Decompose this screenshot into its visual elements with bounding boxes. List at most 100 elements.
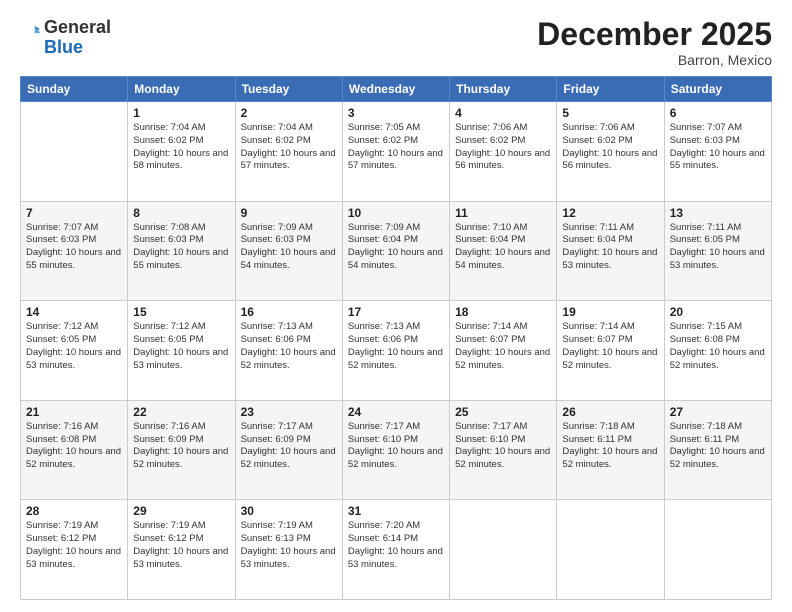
week-row-2: 7Sunrise: 7:07 AM Sunset: 6:03 PM Daylig… bbox=[21, 201, 772, 301]
day-cell: 11 Sunrise: 7:10 AM Sunset: 6:04 PM Dayli… bbox=[450, 201, 557, 301]
day-cell: 16 Sunrise: 7:13 AM Sunset: 6:06 PM Dayli… bbox=[235, 301, 342, 401]
week-row-4: 21 Sunrise: 7:16 AM Sunset: 6:08 PM Dayli… bbox=[21, 400, 772, 500]
day-cell bbox=[664, 500, 771, 600]
day-info: Sunrise: 7:17 AM Sunset: 6:09 PM Dayligh… bbox=[241, 421, 337, 472]
day-number: 4 bbox=[455, 106, 551, 120]
day-info: Sunrise: 7:05 AM Sunset: 6:02 PM Dayligh… bbox=[348, 122, 444, 173]
day-number: 9 bbox=[241, 206, 337, 220]
day-number: 19 bbox=[562, 305, 658, 319]
day-cell bbox=[450, 500, 557, 600]
week-row-1: 1 Sunrise: 7:04 AM Sunset: 6:02 PM Daylig… bbox=[21, 102, 772, 202]
location-subtitle: Barron, Mexico bbox=[537, 52, 772, 68]
day-cell: 25 Sunrise: 7:17 AM Sunset: 6:10 PM Dayli… bbox=[450, 400, 557, 500]
day-number: 20 bbox=[670, 305, 766, 319]
day-number: 30 bbox=[241, 504, 337, 518]
day-info: Sunrise: 7:08 AM Sunset: 6:03 PM Dayligh… bbox=[133, 222, 229, 273]
calendar-page: General Blue December 2025 Barron, Mexic… bbox=[0, 0, 792, 612]
header-tuesday: Tuesday bbox=[235, 77, 342, 102]
day-cell: 27Sunrise: 7:18 AM Sunset: 6:11 PM Dayli… bbox=[664, 400, 771, 500]
day-info: Sunrise: 7:11 AM Sunset: 6:05 PM Dayligh… bbox=[670, 222, 766, 273]
day-info: Sunrise: 7:14 AM Sunset: 6:07 PM Dayligh… bbox=[455, 321, 551, 372]
day-cell: 26Sunrise: 7:18 AM Sunset: 6:11 PM Dayli… bbox=[557, 400, 664, 500]
day-cell bbox=[21, 102, 128, 202]
day-info: Sunrise: 7:06 AM Sunset: 6:02 PM Dayligh… bbox=[562, 122, 658, 173]
day-cell: 31 Sunrise: 7:20 AM Sunset: 6:14 PM Dayli… bbox=[342, 500, 449, 600]
day-cell: 28 Sunrise: 7:19 AM Sunset: 6:12 PM Dayli… bbox=[21, 500, 128, 600]
title-area: December 2025 Barron, Mexico bbox=[537, 18, 772, 68]
day-cell: 7Sunrise: 7:07 AM Sunset: 6:03 PM Daylig… bbox=[21, 201, 128, 301]
header-monday: Monday bbox=[128, 77, 235, 102]
day-number: 8 bbox=[133, 206, 229, 220]
day-cell: 29 Sunrise: 7:19 AM Sunset: 6:12 PM Dayli… bbox=[128, 500, 235, 600]
day-number: 2 bbox=[241, 106, 337, 120]
day-info: Sunrise: 7:19 AM Sunset: 6:13 PM Dayligh… bbox=[241, 520, 337, 571]
day-cell: 20Sunrise: 7:15 AM Sunset: 6:08 PM Dayli… bbox=[664, 301, 771, 401]
day-info: Sunrise: 7:20 AM Sunset: 6:14 PM Dayligh… bbox=[348, 520, 444, 571]
header-wednesday: Wednesday bbox=[342, 77, 449, 102]
day-cell: 22Sunrise: 7:16 AM Sunset: 6:09 PM Dayli… bbox=[128, 400, 235, 500]
day-info: Sunrise: 7:19 AM Sunset: 6:12 PM Dayligh… bbox=[133, 520, 229, 571]
day-number: 13 bbox=[670, 206, 766, 220]
day-cell: 23 Sunrise: 7:17 AM Sunset: 6:09 PM Dayli… bbox=[235, 400, 342, 500]
day-info: Sunrise: 7:16 AM Sunset: 6:08 PM Dayligh… bbox=[26, 421, 122, 472]
day-number: 6 bbox=[670, 106, 766, 120]
month-title: December 2025 bbox=[537, 18, 772, 50]
logo-blue: Blue bbox=[44, 37, 83, 57]
week-row-5: 28 Sunrise: 7:19 AM Sunset: 6:12 PM Dayli… bbox=[21, 500, 772, 600]
day-cell: 9 Sunrise: 7:09 AM Sunset: 6:03 PM Daylig… bbox=[235, 201, 342, 301]
day-number: 23 bbox=[241, 405, 337, 419]
day-number: 11 bbox=[455, 206, 551, 220]
logo-icon bbox=[22, 24, 44, 46]
day-number: 15 bbox=[133, 305, 229, 319]
day-number: 14 bbox=[26, 305, 122, 319]
day-info: Sunrise: 7:06 AM Sunset: 6:02 PM Dayligh… bbox=[455, 122, 551, 173]
header-saturday: Saturday bbox=[664, 77, 771, 102]
day-cell: 12 Sunrise: 7:11 AM Sunset: 6:04 PM Dayli… bbox=[557, 201, 664, 301]
day-info: Sunrise: 7:11 AM Sunset: 6:04 PM Dayligh… bbox=[562, 222, 658, 273]
day-info: Sunrise: 7:09 AM Sunset: 6:04 PM Dayligh… bbox=[348, 222, 444, 273]
header-row: SundayMondayTuesdayWednesdayThursdayFrid… bbox=[21, 77, 772, 102]
day-cell: 13 Sunrise: 7:11 AM Sunset: 6:05 PM Dayli… bbox=[664, 201, 771, 301]
day-info: Sunrise: 7:19 AM Sunset: 6:12 PM Dayligh… bbox=[26, 520, 122, 571]
logo: General Blue bbox=[20, 18, 111, 58]
day-number: 10 bbox=[348, 206, 444, 220]
logo-text: General Blue bbox=[44, 18, 111, 58]
day-cell: 14 Sunrise: 7:12 AM Sunset: 6:05 PM Dayli… bbox=[21, 301, 128, 401]
day-info: Sunrise: 7:04 AM Sunset: 6:02 PM Dayligh… bbox=[133, 122, 229, 173]
day-info: Sunrise: 7:10 AM Sunset: 6:04 PM Dayligh… bbox=[455, 222, 551, 273]
day-cell bbox=[557, 500, 664, 600]
day-number: 21 bbox=[26, 405, 122, 419]
day-cell: 1 Sunrise: 7:04 AM Sunset: 6:02 PM Daylig… bbox=[128, 102, 235, 202]
day-number: 29 bbox=[133, 504, 229, 518]
day-number: 17 bbox=[348, 305, 444, 319]
week-row-3: 14 Sunrise: 7:12 AM Sunset: 6:05 PM Dayli… bbox=[21, 301, 772, 401]
day-number: 31 bbox=[348, 504, 444, 518]
day-info: Sunrise: 7:09 AM Sunset: 6:03 PM Dayligh… bbox=[241, 222, 337, 273]
day-info: Sunrise: 7:16 AM Sunset: 6:09 PM Dayligh… bbox=[133, 421, 229, 472]
day-cell: 18 Sunrise: 7:14 AM Sunset: 6:07 PM Dayli… bbox=[450, 301, 557, 401]
day-number: 16 bbox=[241, 305, 337, 319]
day-info: Sunrise: 7:07 AM Sunset: 6:03 PM Dayligh… bbox=[670, 122, 766, 173]
day-info: Sunrise: 7:14 AM Sunset: 6:07 PM Dayligh… bbox=[562, 321, 658, 372]
day-cell: 2 Sunrise: 7:04 AM Sunset: 6:02 PM Daylig… bbox=[235, 102, 342, 202]
day-cell: 30 Sunrise: 7:19 AM Sunset: 6:13 PM Dayli… bbox=[235, 500, 342, 600]
day-info: Sunrise: 7:13 AM Sunset: 6:06 PM Dayligh… bbox=[241, 321, 337, 372]
day-info: Sunrise: 7:12 AM Sunset: 6:05 PM Dayligh… bbox=[26, 321, 122, 372]
day-number: 1 bbox=[133, 106, 229, 120]
header-thursday: Thursday bbox=[450, 77, 557, 102]
header: General Blue December 2025 Barron, Mexic… bbox=[20, 18, 772, 68]
day-cell: 8 Sunrise: 7:08 AM Sunset: 6:03 PM Daylig… bbox=[128, 201, 235, 301]
day-number: 18 bbox=[455, 305, 551, 319]
day-number: 7 bbox=[26, 206, 122, 220]
day-info: Sunrise: 7:04 AM Sunset: 6:02 PM Dayligh… bbox=[241, 122, 337, 173]
day-cell: 3Sunrise: 7:05 AM Sunset: 6:02 PM Daylig… bbox=[342, 102, 449, 202]
day-cell: 6 Sunrise: 7:07 AM Sunset: 6:03 PM Daylig… bbox=[664, 102, 771, 202]
day-info: Sunrise: 7:18 AM Sunset: 6:11 PM Dayligh… bbox=[562, 421, 658, 472]
header-friday: Friday bbox=[557, 77, 664, 102]
day-info: Sunrise: 7:13 AM Sunset: 6:06 PM Dayligh… bbox=[348, 321, 444, 372]
day-number: 25 bbox=[455, 405, 551, 419]
day-info: Sunrise: 7:17 AM Sunset: 6:10 PM Dayligh… bbox=[455, 421, 551, 472]
day-cell: 4 Sunrise: 7:06 AM Sunset: 6:02 PM Daylig… bbox=[450, 102, 557, 202]
day-number: 12 bbox=[562, 206, 658, 220]
day-number: 28 bbox=[26, 504, 122, 518]
